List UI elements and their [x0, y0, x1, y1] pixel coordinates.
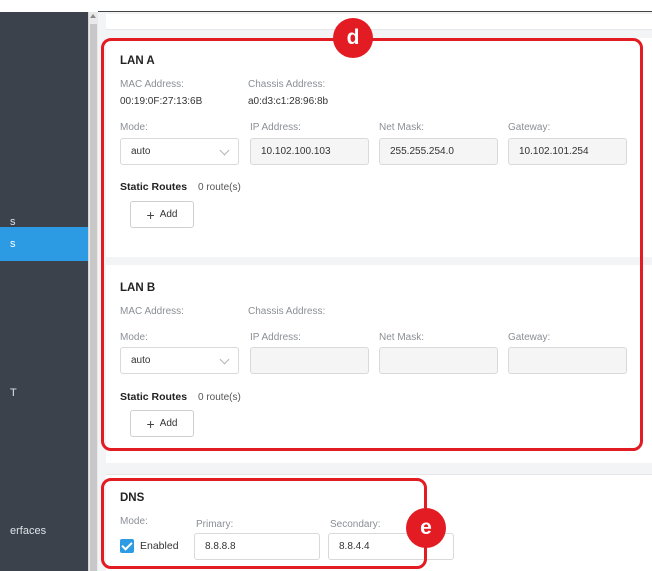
- annotation-badge-e: e: [406, 508, 446, 548]
- add-route-button[interactable]: + Add: [130, 201, 194, 228]
- ip-address-label: IP Address:: [250, 122, 301, 133]
- previous-card: [106, 14, 652, 30]
- net-mask-label: Net Mask:: [379, 122, 425, 133]
- sidebar: s s T erfaces: [0, 12, 88, 571]
- sidebar-scrollbar[interactable]: [88, 12, 98, 571]
- sidebar-item-label: s: [10, 238, 16, 250]
- sidebar-item-label: erfaces: [10, 525, 47, 537]
- mode-select-value: auto: [131, 355, 151, 366]
- mac-address-value: 00:19:0F:27:13:6B: [120, 96, 203, 107]
- mode-label: Mode:: [120, 122, 148, 133]
- static-routes-label: Static Routes: [120, 391, 188, 403]
- lan-b-title: LAN B: [120, 282, 156, 294]
- sidebar-item-2[interactable]: T: [0, 376, 88, 410]
- add-button-label: Add: [159, 418, 178, 429]
- mac-address-label: MAC Address:: [120, 306, 184, 317]
- top-border: [98, 0, 652, 12]
- section-divider: [106, 257, 652, 265]
- plus-icon: +: [146, 206, 155, 223]
- ip-address-field[interactable]: 10.102.100.103: [250, 138, 369, 165]
- ip-address-field[interactable]: [250, 347, 369, 374]
- dns-card: DNS Mode: Enabled Primary: 8.8.8.8 Secon…: [106, 474, 652, 571]
- scrollbar-thumb[interactable]: [90, 24, 97, 571]
- static-routes-count: 0 route(s): [198, 182, 241, 193]
- net-mask-label: Net Mask:: [379, 332, 425, 343]
- net-mask-field[interactable]: [379, 347, 498, 374]
- static-routes-count: 0 route(s): [198, 392, 241, 403]
- ip-address-label: IP Address:: [250, 332, 301, 343]
- primary-label: Primary:: [196, 519, 234, 530]
- chevron-down-icon: [219, 354, 230, 365]
- gateway-label: Gateway:: [508, 332, 551, 343]
- scroll-up-icon[interactable]: [90, 14, 96, 18]
- enabled-checkbox[interactable]: [120, 539, 134, 553]
- sidebar-item-active[interactable]: s: [0, 227, 88, 261]
- mode-select[interactable]: auto: [120, 138, 239, 165]
- sidebar-item-interfaces[interactable]: erfaces: [0, 514, 88, 548]
- lan-a-title: LAN A: [120, 55, 155, 67]
- lan-b-card: LAN B MAC Address: Chassis Address: Mode…: [106, 265, 652, 463]
- app-window: s s T erfaces LAN A MAC Address: 00:19:0…: [0, 0, 652, 571]
- chassis-address-label: Chassis Address:: [248, 79, 326, 90]
- secondary-label: Secondary:: [330, 519, 381, 530]
- mode-select[interactable]: auto: [120, 347, 239, 374]
- plus-icon: +: [146, 415, 155, 432]
- main-content: LAN A MAC Address: 00:19:0F:27:13:6B Cha…: [98, 12, 652, 571]
- enabled-label: Enabled: [140, 540, 179, 552]
- add-route-button[interactable]: + Add: [130, 410, 194, 437]
- dns-mode-label: Mode:: [120, 516, 148, 527]
- dns-title: DNS: [120, 492, 145, 504]
- mac-address-label: MAC Address:: [120, 79, 184, 90]
- lan-a-card: LAN A MAC Address: 00:19:0F:27:13:6B Cha…: [106, 38, 652, 257]
- static-routes-label: Static Routes: [120, 181, 188, 193]
- annotation-badge-d: d: [333, 18, 373, 58]
- gateway-field[interactable]: 10.102.101.254: [508, 138, 627, 165]
- chevron-down-icon: [219, 145, 230, 156]
- gateway-field[interactable]: [508, 347, 627, 374]
- sidebar-item-3[interactable]: [0, 410, 88, 444]
- chassis-address-value: a0:d3:c1:28:96:8b: [248, 96, 329, 107]
- mode-label: Mode:: [120, 332, 148, 343]
- net-mask-field[interactable]: 255.255.254.0: [379, 138, 498, 165]
- sidebar-item-label: T: [10, 387, 17, 399]
- add-button-label: Add: [159, 209, 178, 220]
- mode-select-value: auto: [131, 146, 151, 157]
- gateway-label: Gateway:: [508, 122, 551, 133]
- chassis-address-label: Chassis Address:: [248, 306, 326, 317]
- primary-dns-field[interactable]: 8.8.8.8: [194, 533, 320, 560]
